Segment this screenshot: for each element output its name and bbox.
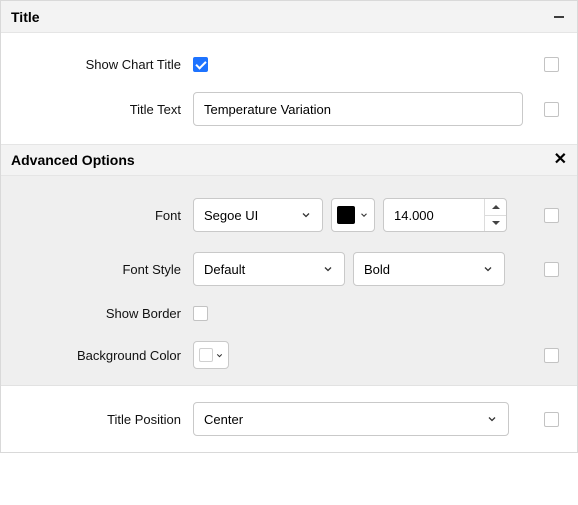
title-position-section: Title Position Center: [1, 385, 577, 452]
show-chart-title-row: Show Chart Title: [13, 47, 565, 82]
font-size-down-button[interactable]: [485, 216, 506, 232]
chevron-down-icon: [322, 263, 334, 275]
background-color-label: Background Color: [13, 348, 193, 363]
collapse-title-section-button[interactable]: [551, 9, 567, 25]
title-section-body: Show Chart Title Title Text: [1, 33, 577, 144]
background-color-swatch: [199, 348, 213, 362]
font-override-checkbox[interactable]: [544, 208, 559, 223]
font-style-override-checkbox[interactable]: [544, 262, 559, 277]
font-weight-value: Bold: [364, 262, 390, 277]
title-section-header: Title: [1, 1, 577, 33]
chevron-down-icon: [486, 413, 498, 425]
font-family-value: Segoe UI: [204, 208, 258, 223]
font-color-picker[interactable]: [331, 198, 375, 232]
show-chart-title-label: Show Chart Title: [13, 57, 193, 72]
chevron-down-icon: [359, 210, 369, 220]
title-position-override-checkbox[interactable]: [544, 412, 559, 427]
font-size-input[interactable]: [384, 199, 484, 231]
title-position-label: Title Position: [13, 412, 193, 427]
background-color-row: Background Color: [13, 331, 565, 379]
title-text-label: Title Text: [13, 102, 193, 117]
show-border-row: Show Border: [13, 296, 565, 331]
font-family-select[interactable]: Segoe UI: [193, 198, 323, 232]
title-position-value: Center: [204, 412, 243, 427]
advanced-section-body: Font Segoe UI: [1, 176, 577, 385]
show-chart-title-checkbox[interactable]: [193, 57, 208, 72]
advanced-section-label: Advanced Options: [11, 152, 135, 168]
chevron-down-icon: [300, 209, 312, 221]
show-chart-title-override-checkbox[interactable]: [544, 57, 559, 72]
font-size-spinner[interactable]: [383, 198, 507, 232]
title-text-row: Title Text: [13, 82, 565, 136]
title-text-override-checkbox[interactable]: [544, 102, 559, 117]
title-position-select[interactable]: Center: [193, 402, 509, 436]
font-row: Font Segoe UI: [13, 188, 565, 242]
show-border-checkbox[interactable]: [193, 306, 208, 321]
font-style-value: Default: [204, 262, 245, 277]
title-text-input[interactable]: [193, 92, 523, 126]
font-color-swatch: [337, 206, 355, 224]
title-section-label: Title: [11, 9, 40, 25]
font-style-select[interactable]: Default: [193, 252, 345, 286]
font-size-up-button[interactable]: [485, 199, 506, 216]
chevron-down-icon: [492, 221, 500, 225]
font-style-label: Font Style: [13, 262, 193, 277]
background-color-picker[interactable]: [193, 341, 229, 369]
chevron-down-icon: [215, 351, 224, 360]
font-label: Font: [13, 208, 193, 223]
background-color-override-checkbox[interactable]: [544, 348, 559, 363]
font-weight-select[interactable]: Bold: [353, 252, 505, 286]
chart-title-settings-panel: Title Show Chart Title Title Text A: [0, 0, 578, 453]
title-position-row: Title Position Center: [13, 398, 565, 440]
chevron-up-icon: [492, 205, 500, 209]
chevron-down-icon: [482, 263, 494, 275]
font-style-row: Font Style Default Bold: [13, 242, 565, 296]
show-border-label: Show Border: [13, 306, 193, 321]
close-advanced-section-button[interactable]: ✕: [554, 152, 567, 168]
advanced-section-header: Advanced Options ✕: [1, 144, 577, 176]
